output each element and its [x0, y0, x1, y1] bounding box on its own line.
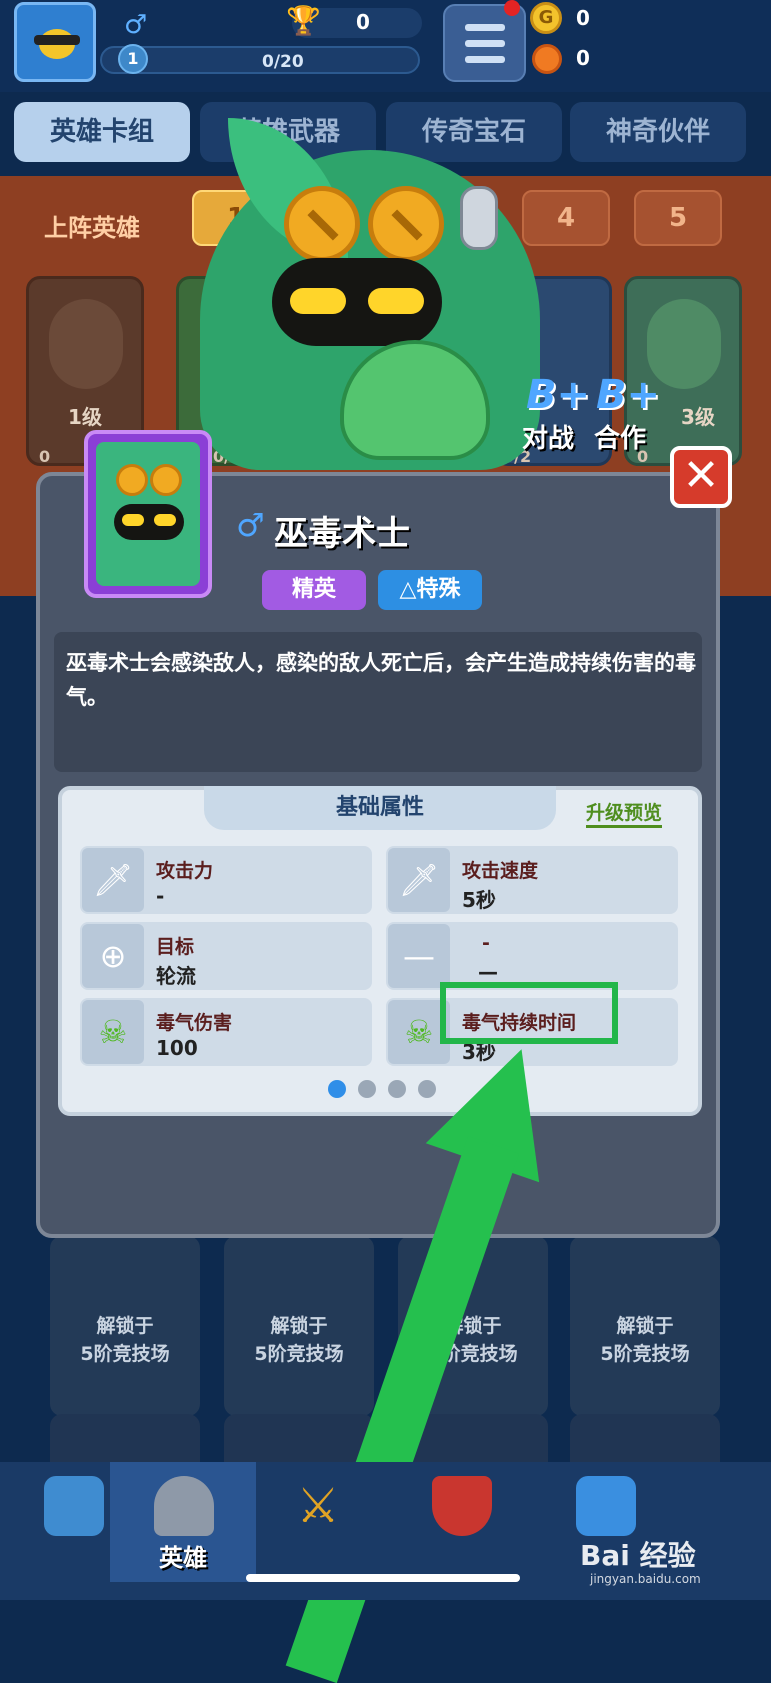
xp-progress-bar — [100, 46, 420, 74]
stat-attack: 🗡 攻击力 - — [80, 846, 372, 914]
hero-button-eye — [368, 186, 444, 262]
crossed-swords-icon: ⚔ — [296, 1478, 340, 1534]
gender-male-icon: ♂ — [124, 10, 148, 40]
hero-portrait — [49, 299, 123, 389]
target-icon: ⊕ — [82, 924, 144, 988]
hero-level: 1级 — [68, 405, 102, 429]
unlock-text: 解锁于 — [270, 1315, 328, 1337]
fast-sword-icon: 🗡 — [388, 848, 450, 912]
baidu-url: jingyan.baidu.com — [590, 1572, 701, 1586]
battle-grade-badge: B+ — [526, 372, 591, 418]
coop-label: 合作 — [594, 424, 647, 454]
stat-target: ⊕ 目标 轮流 — [80, 922, 372, 990]
unlock-arena: 5阶竞技场 — [254, 1343, 344, 1365]
upgrade-preview-link[interactable]: 升级预览 — [586, 798, 663, 828]
lineup-label: 上阵英雄 — [44, 214, 140, 242]
tab-hero-deck[interactable]: 英雄卡组 — [14, 102, 190, 162]
hero-count: 0 — [39, 447, 51, 466]
gem-count: 0 — [576, 46, 590, 70]
player-level-badge: 1 — [118, 44, 148, 74]
stat-attack-speed: 🗡 攻击速度 5秒 — [386, 846, 678, 914]
hero-headphone — [460, 186, 498, 250]
notification-dot — [504, 0, 520, 16]
unlock-text: 解锁于 — [96, 1315, 154, 1337]
menu-icon — [465, 24, 505, 31]
nav-heroes[interactable]: 英雄 — [110, 1462, 256, 1582]
sword-icon: 🗡 — [82, 848, 144, 912]
chest-icon — [44, 1476, 104, 1536]
hero-glowing-eye — [368, 288, 424, 314]
male-icon: ♂ — [236, 506, 265, 544]
hero-glowing-eye — [290, 288, 346, 314]
stats-title: 基础属性 — [204, 786, 556, 830]
dash-icon: — — [388, 924, 450, 988]
elite-tag: 精英 — [262, 570, 366, 610]
baidu-watermark: Bai 经验 — [580, 1539, 696, 1572]
lineup-slot-5[interactable]: 5 — [634, 190, 722, 246]
xp-text: 0/20 — [262, 52, 304, 72]
stat-poison-damage: ☠ 毒气伤害 100 — [80, 998, 372, 1066]
coin-count: 0 — [576, 6, 590, 30]
coop-grade-badge: B+ — [596, 372, 661, 418]
unlock-arena: 5阶竞技场 — [600, 1343, 690, 1365]
coin-icon: G — [530, 2, 562, 34]
helmet-icon — [154, 1476, 214, 1536]
locked-hero-card[interactable]: 解锁于 5阶竞技场 — [50, 1236, 200, 1416]
trophy-count: 0 — [356, 10, 370, 34]
stat-empty: — - — — [386, 922, 678, 990]
crown-shield-icon — [432, 1476, 492, 1536]
unlock-arena: 5阶竞技场 — [80, 1343, 170, 1365]
cloud-icon — [576, 1476, 636, 1536]
page-dot-2[interactable] — [358, 1080, 376, 1098]
special-icon: △ — [399, 577, 417, 602]
battle-label: 对战 — [522, 424, 575, 454]
player-avatar[interactable] — [14, 2, 96, 82]
locked-hero-card[interactable]: 解锁于 5阶竞技场 — [224, 1236, 374, 1416]
tab-magic-partners[interactable]: 神奇伙伴 — [570, 102, 746, 162]
poison-skull-icon: ☠ — [82, 1000, 144, 1064]
hero-portrait-card — [84, 430, 212, 598]
gem-icon — [532, 44, 562, 74]
nav-clan[interactable] — [388, 1462, 534, 1582]
page-dot-4[interactable] — [418, 1080, 436, 1098]
hero-button-eye — [284, 186, 360, 262]
close-button[interactable]: ✕ — [670, 446, 732, 508]
locked-hero-card[interactable]: 解锁于 5阶竞技场 — [570, 1236, 720, 1416]
hero-name: 巫毒术士 — [274, 514, 410, 554]
hero-level: 3级 — [681, 405, 715, 429]
tab-legend-gems[interactable]: 传奇宝石 — [386, 102, 562, 162]
hero-description: 巫毒术士会感染敌人，感染的敌人死亡后，会产生造成持续伤害的毒气。 — [66, 651, 696, 709]
page-dot-3[interactable] — [388, 1080, 406, 1098]
home-indicator[interactable] — [246, 1574, 520, 1582]
unlock-text: 解锁于 — [616, 1315, 674, 1337]
page-dot-1[interactable] — [328, 1080, 346, 1098]
lineup-slot-4[interactable]: 4 — [522, 190, 610, 246]
special-tag: △特殊 — [378, 570, 482, 610]
trophy-icon: 🏆 — [286, 4, 321, 37]
avatar-sunglasses — [34, 35, 80, 45]
nav-battle[interactable]: ⚔ — [244, 1462, 390, 1582]
